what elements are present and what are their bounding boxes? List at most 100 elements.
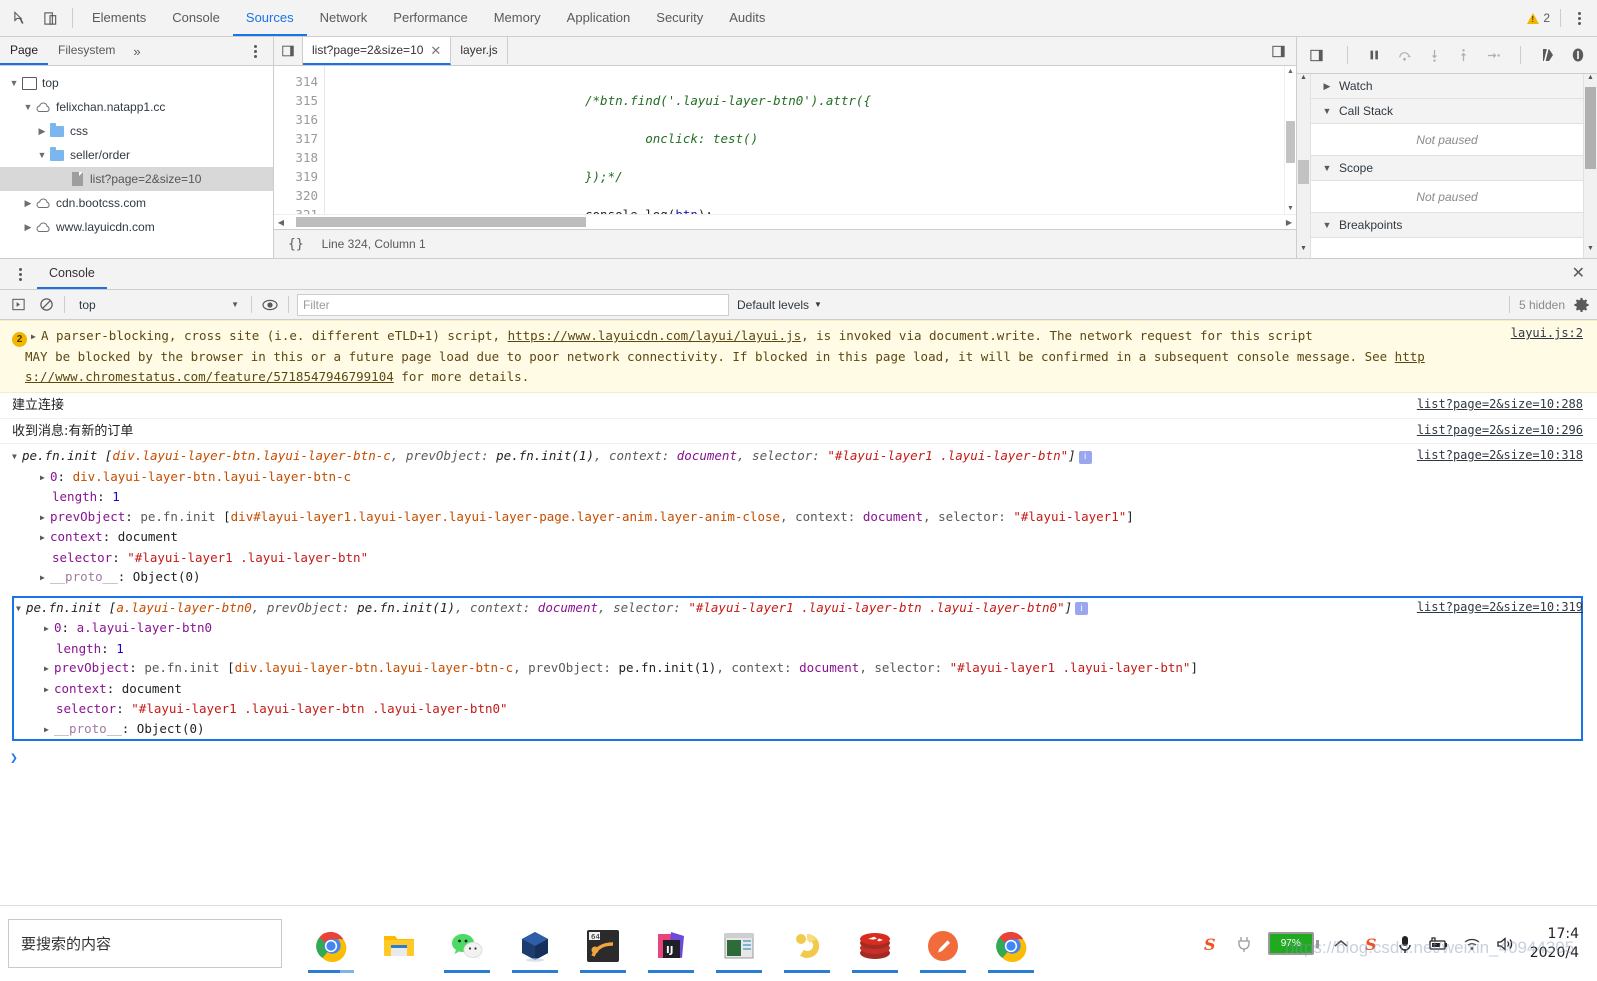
scroll-up-icon[interactable]: ▲ <box>1297 74 1310 87</box>
scroll-right-icon[interactable]: ▶ <box>1282 218 1296 227</box>
collapse-arrow-icon[interactable]: ▼ <box>16 599 26 619</box>
scroll-down-icon[interactable]: ▼ <box>1584 245 1597 258</box>
drawer-tab-console[interactable]: Console <box>37 259 107 289</box>
expand-arrow-icon[interactable]: ▶ <box>40 568 50 588</box>
object-property[interactable]: ▶ __proto__: Object(0) <box>12 567 1597 588</box>
object-property[interactable]: ▶ prevObject: pe.fn.init [div#layui-layer… <box>12 507 1597 528</box>
section-call-stack[interactable]: ▼ Call Stack <box>1311 99 1583 124</box>
show-debugger-sidebar-icon[interactable] <box>1268 41 1288 61</box>
expand-arrow-icon[interactable]: ▶ <box>44 619 54 639</box>
file-explorer-taskbar-icon[interactable] <box>376 915 422 973</box>
expand-arrow-icon[interactable]: ▶ <box>44 680 54 700</box>
editor-tab-layer-js[interactable]: layer.js <box>451 37 508 65</box>
twisty-icon[interactable]: ▼ <box>8 78 20 88</box>
tree-item-list-page[interactable]: list?page=2&size=10 <box>0 167 273 191</box>
live-expression-icon[interactable] <box>260 295 280 315</box>
step-out-icon[interactable] <box>1455 45 1474 65</box>
source-link[interactable]: layui.js:2 <box>1511 324 1583 344</box>
scroll-down-icon[interactable]: ▼ <box>1285 203 1296 214</box>
close-drawer-icon[interactable]: ✕ <box>1572 266 1585 282</box>
hidden-messages-count[interactable]: 5 hidden <box>1519 298 1565 312</box>
source-link[interactable]: list?page=2&size=10:288 <box>1417 395 1583 415</box>
battery-indicator[interactable]: 97% <box>1267 932 1319 955</box>
editor-horizontal-scrollbar[interactable]: ◀ ▶ <box>274 214 1296 229</box>
expand-arrow-icon[interactable]: ▶ <box>44 720 54 740</box>
step-icon[interactable] <box>1484 45 1503 65</box>
source-link[interactable]: list?page=2&size=10:318 <box>1417 446 1583 466</box>
twisty-icon[interactable]: ▼ <box>22 102 34 112</box>
console-object-message-2[interactable]: list?page=2&size=10:319 ▼ pe.fn.init [a.l… <box>0 590 1597 744</box>
tab-network[interactable]: Network <box>307 0 381 36</box>
tree-item-css[interactable]: ▶ css <box>0 119 273 143</box>
show-hidden-icons-chevron-up-icon[interactable] <box>1332 935 1350 953</box>
tree-item-cdn-bootcss[interactable]: ▶ cdn.bootcss.com <box>0 191 273 215</box>
taskbar-clock[interactable]: 17:4 2020/4 <box>1530 925 1583 963</box>
tab-console[interactable]: Console <box>159 0 233 36</box>
drawer-more-options-icon[interactable] <box>0 259 37 289</box>
redis-desktop-taskbar-icon[interactable] <box>852 915 898 973</box>
console-log-message[interactable]: 建立连接 list?page=2&size=10:288 <box>0 393 1597 419</box>
scroll-up-icon[interactable]: ▲ <box>1285 66 1296 77</box>
scroll-left-icon[interactable]: ◀ <box>274 218 288 227</box>
code-content[interactable]: /*btn.find('.layui-layer-btn0').attr({ o… <box>325 66 1296 214</box>
virtualbox-taskbar-icon[interactable] <box>512 915 558 973</box>
object-property[interactable]: ▶ prevObject: pe.fn.init [div.layui-layer… <box>16 658 1581 679</box>
filter-input[interactable] <box>297 293 729 316</box>
deactivate-breakpoints-icon[interactable] <box>1538 45 1557 65</box>
twisty-icon[interactable]: ▼ <box>36 150 48 160</box>
source-link[interactable]: list?page=2&size=10:319 <box>1417 598 1583 618</box>
twisty-icon[interactable]: ▼ <box>1321 163 1333 173</box>
console-prompt[interactable]: ❯ <box>0 743 1597 769</box>
editor-tab-list-page[interactable]: list?page=2&size=10 ✕ <box>303 37 452 65</box>
chrome2-taskbar-icon[interactable] <box>988 915 1034 973</box>
tab-security[interactable]: Security <box>643 0 716 36</box>
tab-application[interactable]: Application <box>554 0 644 36</box>
sogou-pinyin-icon[interactable]: S <box>1363 934 1383 954</box>
chromestatus-link-part2[interactable]: s://www.chromestatus.com/feature/5718547… <box>25 369 394 384</box>
collapse-navigator-icon[interactable] <box>274 37 303 65</box>
chrome-taskbar-icon[interactable] <box>308 915 354 973</box>
console-object-message-1[interactable]: ▼ pe.fn.init [div.layui-layer-btn.layui-l… <box>0 444 1597 590</box>
navicat-taskbar-icon[interactable]: 64 <box>580 915 626 973</box>
object-property[interactable]: ▶ 0: div.layui-layer-btn.layui-layer-btn-… <box>12 467 1597 488</box>
taskbar-search-box[interactable]: 要搜索的内容 <box>8 919 282 968</box>
object-header[interactable]: ▼ pe.fn.init [a.layui-layer-btn0, prevObj… <box>16 598 1581 619</box>
show-navigator-icon[interactable] <box>1307 45 1326 65</box>
tab-memory[interactable]: Memory <box>481 0 554 36</box>
chromestatus-link-part1[interactable]: http <box>1395 349 1425 364</box>
twisty-icon[interactable]: ▶ <box>22 198 34 209</box>
section-breakpoints[interactable]: ▼ Breakpoints <box>1311 213 1583 238</box>
tree-item-felixchan[interactable]: ▼ felixchan.natapp1.cc <box>0 95 273 119</box>
microphone-icon[interactable] <box>1396 934 1414 954</box>
clear-console-icon[interactable] <box>36 295 56 315</box>
sogou-input-icon[interactable]: S <box>1202 934 1222 954</box>
object-property[interactable]: ▶ __proto__: Object(0) <box>16 719 1581 740</box>
step-into-icon[interactable] <box>1425 45 1444 65</box>
debugger-left-scrollbar[interactable]: ▲ ▼ <box>1297 74 1311 258</box>
close-icon[interactable]: ✕ <box>430 44 441 57</box>
twisty-icon[interactable]: ▼ <box>1321 106 1333 116</box>
power-plug-icon[interactable] <box>1235 934 1255 954</box>
layui-script-link[interactable]: https://www.layuicdn.com/layui/layui.js <box>508 328 802 343</box>
inspect-element-icon[interactable] <box>10 8 30 28</box>
console-messages[interactable]: 2 ▶ A parser-blocking, cross site (i.e. di… <box>0 320 1597 905</box>
info-icon[interactable]: i <box>1078 450 1092 464</box>
navigator-tab-page[interactable]: Page <box>0 37 49 65</box>
scrollbar-thumb[interactable] <box>296 217 586 227</box>
tab-elements[interactable]: Elements <box>79 0 159 36</box>
navigator-tab-filesystem[interactable]: Filesystem <box>48 37 125 65</box>
console-settings-gear-icon[interactable] <box>1574 297 1589 312</box>
tree-item-top[interactable]: ▼ top <box>0 71 273 95</box>
code-editor[interactable]: 314 315 316 317 318 319 320 321 322 /*bt… <box>274 66 1296 214</box>
wechat-taskbar-icon[interactable] <box>444 915 490 973</box>
expand-arrow-icon[interactable]: ▶ <box>31 327 41 347</box>
scroll-down-icon[interactable]: ▼ <box>1297 245 1310 258</box>
execution-context-icon[interactable] <box>8 295 28 315</box>
scrollbar-thumb[interactable] <box>1298 160 1309 184</box>
warning-counter[interactable]: 2 <box>1527 11 1550 25</box>
toggle-device-toolbar-icon[interactable] <box>40 8 60 28</box>
source-link[interactable]: list?page=2&size=10:296 <box>1417 421 1583 441</box>
intellij-idea-taskbar-icon[interactable]: IJ <box>648 915 694 973</box>
more-options-icon[interactable] <box>1571 11 1587 25</box>
execution-context-selector[interactable]: top ▼ <box>73 295 243 315</box>
